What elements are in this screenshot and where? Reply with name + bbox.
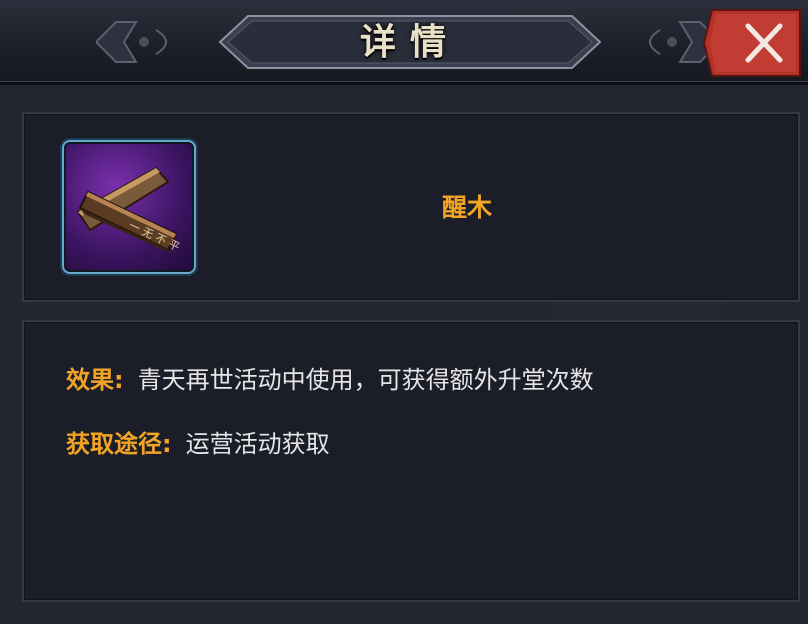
dialog-title: 详情 (359, 21, 460, 63)
item-detail-dialog: 详情 一 无 不 平 醒木 效果: 青天再世活动中使用，可获得额外升堂次数 获取… (0, 0, 808, 624)
left-ornament-icon (96, 21, 167, 63)
item-icon-frame: 一 无 不 平 (62, 140, 196, 274)
gavel-block-icon: 一 无 不 平 (76, 166, 182, 254)
effect-row: 效果: 青天再世活动中使用，可获得额外升堂次数 (66, 360, 594, 400)
close-button[interactable] (702, 8, 802, 78)
source-row: 获取途径: 运营活动获取 (66, 424, 330, 464)
effect-value: 青天再世活动中使用，可获得额外升堂次数 (137, 366, 594, 394)
item-name: 醒木 (441, 193, 492, 222)
dialog-header: 详情 (0, 0, 808, 85)
source-value: 运营活动获取 (185, 430, 330, 458)
effect-label: 效果: (66, 366, 124, 394)
source-label: 获取途径: (66, 430, 172, 458)
